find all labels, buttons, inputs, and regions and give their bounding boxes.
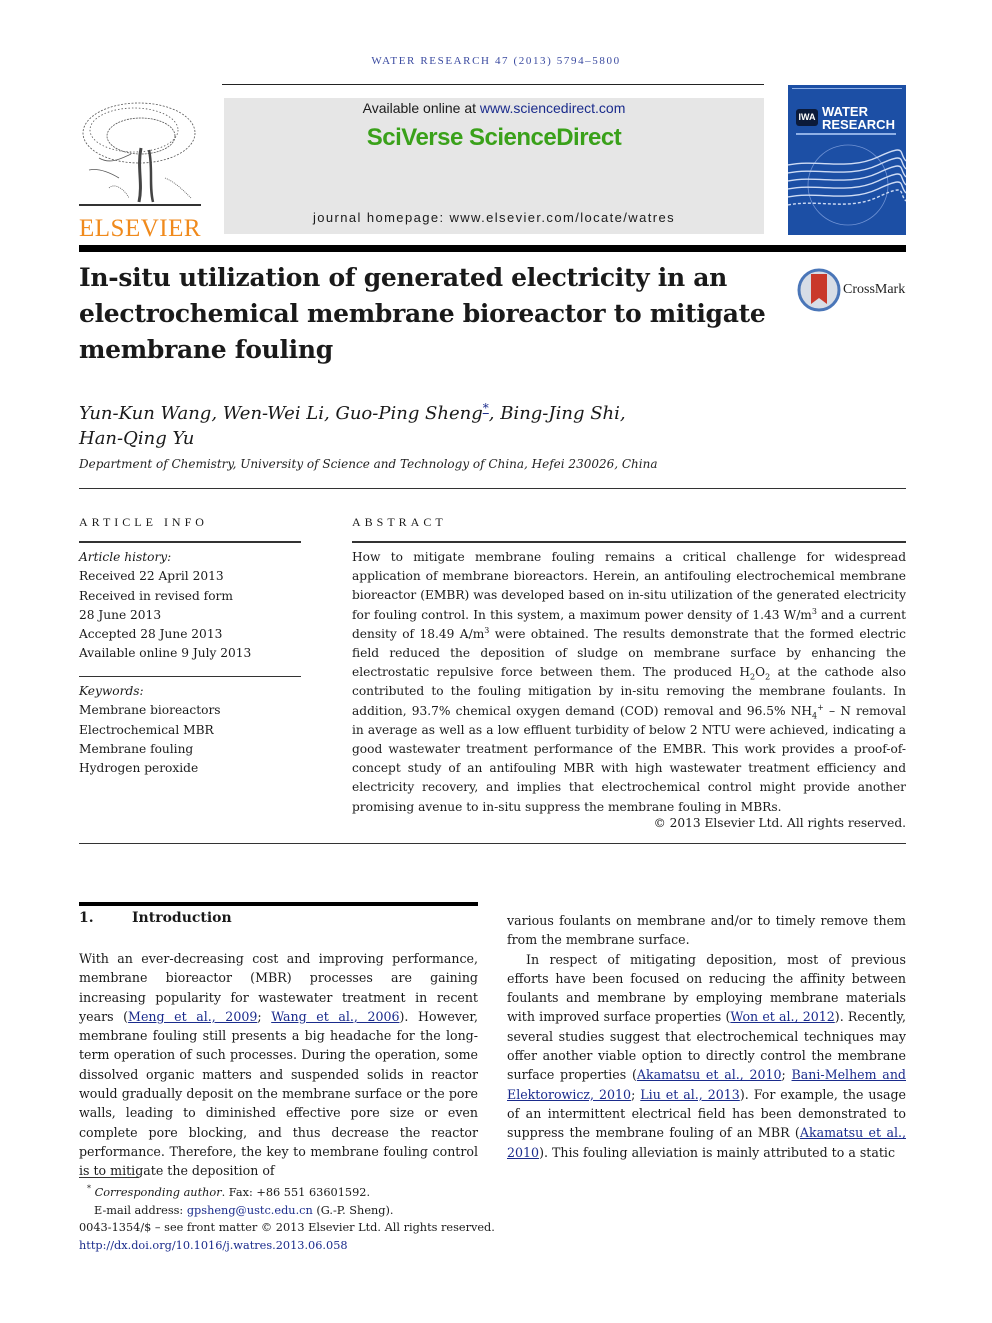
section-heading-introduction: 1. Introduction [79, 910, 232, 926]
citation-link[interactable]: Liu et al., 2013 [640, 1087, 740, 1102]
sciencedirect-banner: Available online at www.sciencedirect.co… [224, 98, 764, 234]
title-line: membrane fouling [79, 335, 333, 364]
title-line: In-situ utilization of generated electri… [79, 263, 728, 292]
article-title: In-situ utilization of generated electri… [79, 260, 769, 368]
masthead-rule [79, 245, 906, 252]
abstract-seg: – N removal in average as well as a low … [352, 703, 906, 814]
fax-number: . Fax: +86 551 63601592. [221, 1186, 371, 1199]
iwa-logo-icon: IWA [796, 109, 818, 126]
citation-link[interactable]: Wang et al., 2006 [271, 1009, 399, 1024]
keywords-label: Keywords: [79, 684, 144, 698]
article-info-rule [79, 541, 301, 543]
affiliation: Department of Chemistry, University of S… [79, 457, 658, 471]
intro-right-column: various foulants on membrane and/or to t… [507, 911, 906, 1162]
cover-top-line [792, 88, 902, 89]
running-head: WATER RESEARCH 47 (2013) 5794–5800 [371, 55, 621, 67]
history-item: 28 June 2013 [79, 607, 162, 622]
keyword-item: Electrochemical MBR [79, 722, 214, 737]
cover-title: WATER RESEARCH [822, 105, 895, 131]
abstract-sub: 4 [812, 711, 818, 721]
crossmark-icon [797, 268, 841, 312]
abstract-heading: ABSTRACT [352, 515, 447, 529]
header-rule [222, 84, 764, 85]
corresponding-label: Corresponding author [94, 1186, 222, 1199]
article-history-label: Article history: [79, 550, 172, 564]
text-seg: ; [781, 1067, 792, 1083]
authors-line1: Yun-Kun Wang, Wen-Wei Li, Guo-Ping Sheng [79, 403, 483, 424]
intro-paragraph: various foulants on membrane and/or to t… [507, 913, 906, 948]
abstract-text: How to mitigate membrane fouling remains… [352, 548, 906, 817]
sciencedirect-link[interactable]: www.sciencedirect.com [480, 100, 626, 116]
section-number: 1. [79, 910, 94, 926]
abstract-sup: + [817, 702, 824, 712]
journal-homepage[interactable]: journal homepage: www.elsevier.com/locat… [224, 210, 764, 225]
corresponding-author-note: * Corresponding author. Fax: +86 551 636… [79, 1184, 579, 1202]
email-note: E-mail address: gpsheng@ustc.edu.cn (G.-… [79, 1202, 579, 1220]
history-item: Available online 9 July 2013 [79, 646, 252, 661]
article-info-heading: ARTICLE INFO [79, 515, 208, 529]
text-seg: ). However, membrane fouling still prese… [79, 1008, 478, 1179]
footnote-star: * [87, 1184, 91, 1194]
abstract-rule [352, 541, 906, 543]
text-seg: ; [631, 1086, 641, 1102]
elsevier-logo[interactable]: ELSEVIER [79, 98, 201, 242]
footnote-rule [79, 1177, 139, 1178]
text-seg: ). This fouling alleviation is mainly at… [539, 1144, 896, 1160]
crossmark-button[interactable]: CrossMark [797, 268, 909, 312]
abstract-seg: O [755, 665, 766, 680]
doi-link[interactable]: http://dx.doi.org/10.1016/j.watres.2013.… [79, 1239, 348, 1252]
keyword-item: Hydrogen peroxide [79, 761, 199, 776]
history-item: Received 22 April 2013 [79, 569, 224, 584]
article-history: Article history: Received 22 April 2013 … [79, 548, 251, 664]
available-online-label: Available online at [362, 100, 480, 116]
citation-link[interactable]: Won et al., 2012 [730, 1009, 834, 1024]
history-item: Accepted 28 June 2013 [79, 627, 223, 642]
email-link[interactable]: gpsheng@ustc.edu.cn [187, 1204, 313, 1217]
email-label: E-mail address: [94, 1203, 187, 1217]
authors-line2: Han-Qing Yu [79, 428, 195, 449]
abstract-bottom-rule [79, 843, 906, 844]
section-title: Introduction [132, 910, 232, 926]
intro-paragraph: In respect of mitigating deposition, mos… [507, 950, 906, 1162]
email-suffix: (G.-P. Sheng). [312, 1203, 394, 1217]
citation-link[interactable]: Meng et al., 2009 [128, 1009, 257, 1024]
history-item: Received in revised form [79, 588, 233, 603]
cover-title-line2: RESEARCH [822, 117, 895, 132]
section-rule [79, 902, 478, 906]
title-line: electrochemical membrane bioreactor to m… [79, 299, 766, 328]
citation-link[interactable]: Akamatsu et al., 2010 [637, 1067, 782, 1082]
intro-paragraph: With an ever-decreasing cost and improvi… [79, 949, 478, 1181]
cover-wave-graphic-icon [788, 144, 906, 226]
sciverse-sciencedirect-logo[interactable]: SciVerse ScienceDirect [224, 124, 764, 152]
author-list: Yun-Kun Wang, Wen-Wei Li, Guo-Ping Sheng… [79, 396, 719, 451]
keyword-item: Membrane bioreactors [79, 703, 221, 718]
affiliation-rule [79, 488, 906, 489]
authors-line1-end: , Bing-Jing Shi, [488, 403, 626, 424]
text-seg: ; [257, 1008, 272, 1024]
journal-cover[interactable]: IWA WATER RESEARCH [788, 85, 906, 235]
keywords: Keywords: Membrane bioreactors Electroch… [79, 682, 221, 778]
issn-line: 0043-1354/$ – see front matter © 2013 El… [79, 1221, 495, 1234]
keyword-item: Membrane fouling [79, 741, 194, 756]
abstract-copyright: © 2013 Elsevier Ltd. All rights reserved… [653, 816, 906, 830]
elsevier-tree-icon [79, 102, 201, 206]
available-online: Available online at www.sciencedirect.co… [224, 100, 764, 116]
keywords-rule [79, 676, 301, 677]
intro-left-column: With an ever-decreasing cost and improvi… [79, 949, 478, 1181]
elsevier-wordmark: ELSEVIER [79, 215, 202, 242]
crossmark-label: CrossMark [843, 282, 906, 297]
footnotes: * Corresponding author. Fax: +86 551 636… [79, 1184, 579, 1254]
